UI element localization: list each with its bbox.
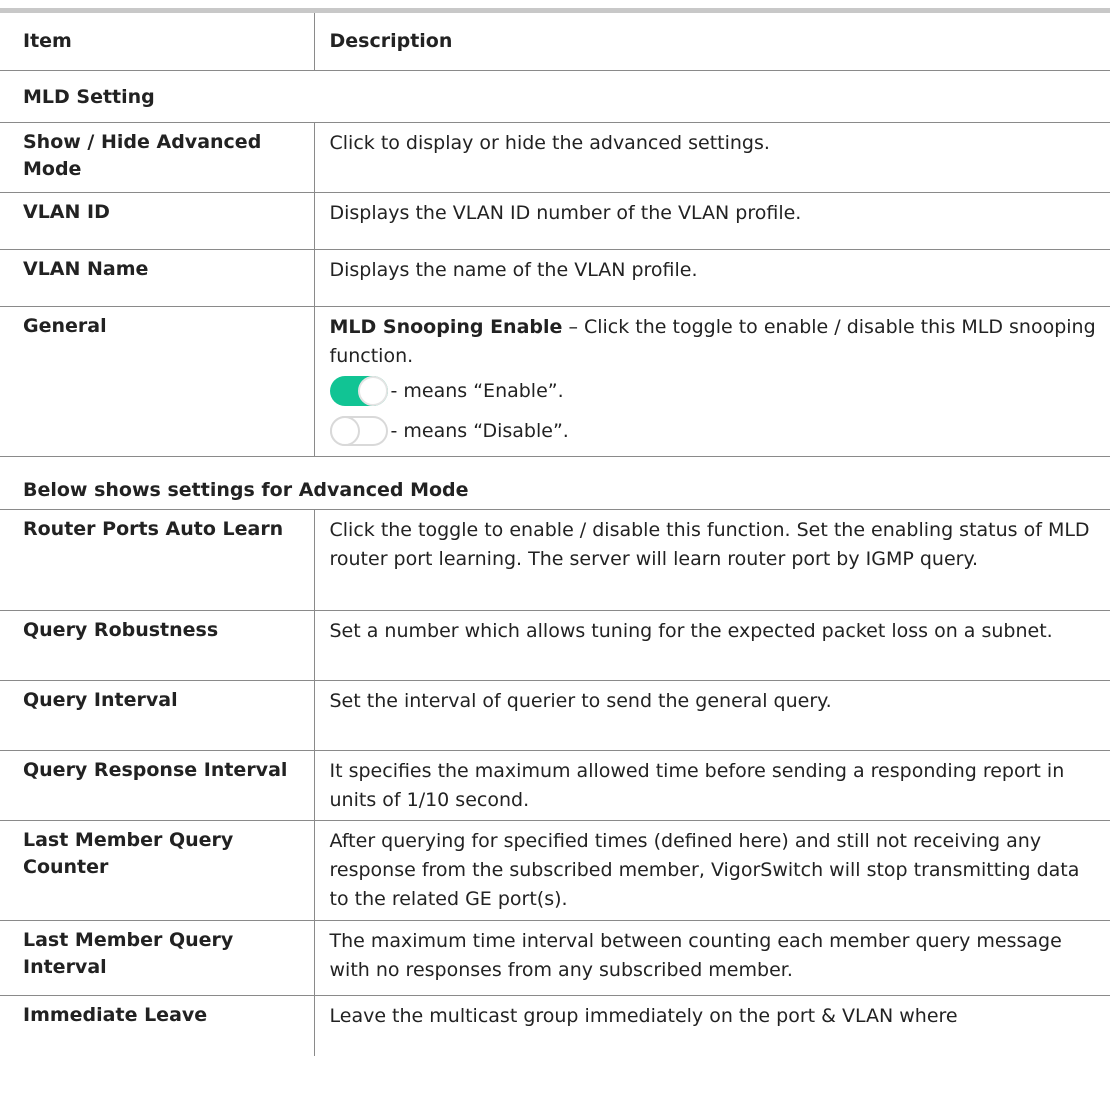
table-row-general: General MLD Snooping Enable – Click the …	[0, 306, 1110, 457]
table-row: Query Interval Set the interval of queri…	[0, 680, 1110, 751]
toggle-off-icon	[329, 416, 388, 446]
enable-legend: - means “Enable”.	[329, 371, 1101, 411]
table-row: Last Member Query Counter After querying…	[0, 820, 1110, 921]
table-row: VLAN ID Displays the VLAN ID number of t…	[0, 192, 1110, 250]
section-title: Below shows settings for Advanced Mode	[0, 456, 1110, 510]
row-item: Query Robustness	[0, 610, 314, 681]
row-description: The maximum time interval between counti…	[313, 920, 1110, 996]
row-item: General	[0, 306, 314, 457]
header-item: Item	[0, 13, 314, 71]
row-item: VLAN Name	[0, 249, 314, 307]
table-row: Immediate Leave Leave the multicast grou…	[0, 995, 1110, 1056]
row-item: Last Member Query Counter	[0, 820, 314, 921]
row-item: Router Ports Auto Learn	[0, 509, 314, 611]
row-item: Show / Hide Advanced Mode	[0, 122, 314, 193]
row-item: Query Interval	[0, 680, 314, 751]
row-item: Last Member Query Interval	[0, 920, 314, 996]
row-item: VLAN ID	[0, 192, 314, 250]
row-description: It specifies the maximum allowed time be…	[313, 750, 1110, 821]
description-table: Item Description MLD Setting Show / Hide…	[0, 13, 1110, 1056]
row-description: Set the interval of querier to send the …	[313, 680, 1110, 751]
row-description: Click to display or hide the advanced se…	[313, 122, 1110, 193]
row-description: After querying for specified times (defi…	[313, 820, 1110, 921]
table-row: Last Member Query Interval The maximum t…	[0, 920, 1110, 996]
row-description: Click the toggle to enable / disable thi…	[313, 509, 1110, 611]
row-item: Query Response Interval	[0, 750, 314, 821]
table-row: VLAN Name Displays the name of the VLAN …	[0, 249, 1110, 307]
toggle-on-icon	[329, 376, 388, 406]
table-header: Item Description	[0, 13, 1110, 71]
table-row: Query Response Interval It specifies the…	[0, 750, 1110, 821]
disable-legend: - means “Disable”.	[329, 411, 1101, 451]
row-description: Displays the VLAN ID number of the VLAN …	[313, 192, 1110, 250]
section-mld-setting: MLD Setting	[0, 70, 1110, 123]
enable-text: - means “Enable”.	[390, 379, 564, 402]
section-title: MLD Setting	[0, 70, 1110, 123]
table-row: Show / Hide Advanced Mode Click to displ…	[0, 122, 1110, 193]
row-description: MLD Snooping Enable – Click the toggle t…	[313, 306, 1110, 457]
row-description: Displays the name of the VLAN profile.	[313, 249, 1110, 307]
row-item: Immediate Leave	[23, 1004, 208, 1026]
section-advanced-mode: Below shows settings for Advanced Mode	[0, 456, 1110, 510]
mld-snooping-enable-label: MLD Snooping Enable	[329, 316, 563, 338]
row-description: Leave the multicast group immediately on…	[313, 995, 1110, 1056]
general-paragraph: MLD Snooping Enable – Click the toggle t…	[330, 313, 1101, 371]
header-description: Description	[313, 13, 1110, 71]
disable-text: - means “Disable”.	[390, 419, 569, 442]
table-row: Query Robustness Set a number which allo…	[0, 610, 1110, 681]
row-description: Set a number which allows tuning for the…	[313, 610, 1110, 681]
table-row: Router Ports Auto Learn Click the toggle…	[0, 509, 1110, 611]
